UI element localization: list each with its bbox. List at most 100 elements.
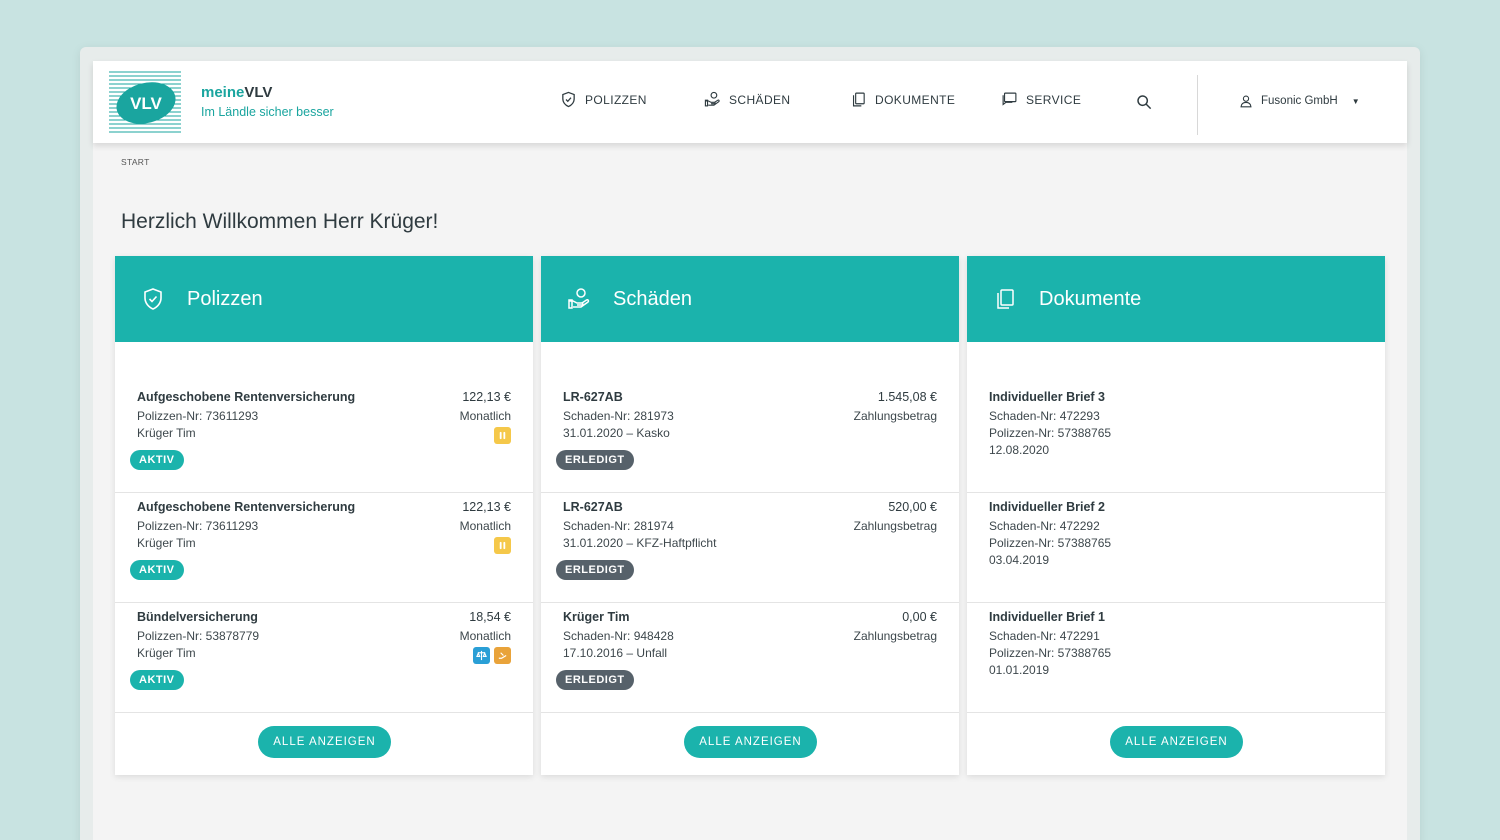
- vlv-logo[interactable]: VLV: [109, 71, 181, 133]
- user-name: Fusonic GmbH: [1261, 95, 1338, 107]
- item-holder: Krüger Tim: [137, 646, 196, 660]
- umbrella-icon: [494, 427, 511, 444]
- card-schaeden: Schäden LR-627AB Schaden-Nr: 281973 31.0…: [541, 256, 959, 775]
- item-date: 31.01.2020 – KFZ-Haftpflicht: [563, 536, 717, 550]
- show-all-policies-button[interactable]: ALLE ANZEIGEN: [258, 726, 391, 758]
- user-menu[interactable]: Fusonic GmbH ▼: [1239, 94, 1360, 108]
- claims-list: LR-627AB Schaden-Nr: 281973 31.01.2020 –…: [541, 383, 959, 713]
- item-title: Krüger Tim: [563, 610, 630, 624]
- item-claim-number: Schaden-Nr: 472292: [989, 519, 1100, 533]
- item-claim-number: Schaden-Nr: 472293: [989, 409, 1100, 423]
- app-name-suffix: VLV: [244, 84, 273, 101]
- top-header: VLV meineVLV Im Ländle sicher besser POL…: [93, 61, 1407, 143]
- status-badge: ERLEDIGT: [556, 670, 634, 690]
- list-item[interactable]: Individueller Brief 3 Schaden-Nr: 472293…: [967, 383, 1385, 493]
- breadcrumb[interactable]: START: [121, 157, 150, 167]
- item-number: Polizzen-Nr: 73611293: [137, 409, 259, 423]
- item-number: Schaden-Nr: 281974: [563, 519, 674, 533]
- nav-schaeden-label: SCHÄDEN: [729, 92, 791, 107]
- app-screen: VLV meineVLV Im Ländle sicher besser POL…: [93, 61, 1407, 840]
- list-item[interactable]: Aufgeschobene Rentenversicherung Polizze…: [115, 383, 533, 493]
- item-title: LR-627AB: [563, 390, 623, 404]
- status-badge: ERLEDIGT: [556, 560, 634, 580]
- shield-icon: [144, 288, 162, 310]
- item-title: Individueller Brief 1: [989, 610, 1106, 624]
- item-amount: 18,54 €: [469, 610, 511, 624]
- chevron-down-icon: ▼: [1351, 96, 1360, 106]
- list-item[interactable]: LR-627AB Schaden-Nr: 281973 31.01.2020 –…: [541, 383, 959, 493]
- item-number: Schaden-Nr: 948428: [563, 629, 674, 643]
- item-amount-label: Zahlungsbetrag: [853, 629, 937, 643]
- app-name-prefix: meine: [201, 84, 245, 101]
- item-policy-number: Polizzen-Nr: 57388765: [989, 426, 1112, 440]
- nav-schaeden[interactable]: SCHÄDEN: [704, 91, 790, 108]
- item-frequency: Monatlich: [459, 629, 511, 643]
- item-holder: Krüger Tim: [137, 426, 196, 440]
- list-item[interactable]: Individueller Brief 2 Schaden-Nr: 472292…: [967, 493, 1385, 603]
- item-number: Polizzen-Nr: 73611293: [137, 519, 259, 533]
- item-title: Bündelversicherung: [137, 610, 258, 624]
- status-badge: AKTIV: [130, 560, 184, 580]
- item-amount-label: Zahlungsbetrag: [853, 519, 937, 533]
- item-claim-number: Schaden-Nr: 472291: [989, 629, 1100, 643]
- status-badge: AKTIV: [130, 450, 184, 470]
- status-badge: AKTIV: [130, 670, 184, 690]
- policy-list: Aufgeschobene Rentenversicherung Polizze…: [115, 383, 533, 713]
- item-title: Aufgeschobene Rentenversicherung: [137, 390, 356, 404]
- item-title: Individueller Brief 2: [989, 500, 1106, 514]
- item-amount: 122,13 €: [462, 500, 511, 514]
- item-number: Polizzen-Nr: 53878779: [137, 629, 260, 643]
- item-amount: 520,00 €: [888, 500, 937, 514]
- status-badge: ERLEDIGT: [556, 450, 634, 470]
- item-amount: 0,00 €: [902, 610, 937, 624]
- svg-text:VLV: VLV: [130, 94, 162, 113]
- list-item[interactable]: Bündelversicherung Polizzen-Nr: 53878779…: [115, 603, 533, 713]
- card-header[interactable]: Schäden: [541, 256, 959, 342]
- card-polizzen: Polizzen Aufgeschobene Rentenversicherun…: [115, 256, 533, 775]
- search-icon[interactable]: [1136, 94, 1152, 110]
- item-policy-number: Polizzen-Nr: 57388765: [989, 646, 1112, 660]
- page-title: Herzlich Willkommen Herr Krüger!: [121, 210, 439, 233]
- show-all-claims-button[interactable]: ALLE ANZEIGEN: [684, 726, 817, 758]
- item-policy-number: Polizzen-Nr: 57388765: [989, 536, 1112, 550]
- card-header[interactable]: Dokumente: [967, 256, 1385, 342]
- card-title: Polizzen: [187, 287, 263, 310]
- show-all-documents-button[interactable]: ALLE ANZEIGEN: [1110, 726, 1243, 758]
- documents-list: Individueller Brief 3 Schaden-Nr: 472293…: [967, 383, 1385, 713]
- item-amount: 122,13 €: [462, 390, 511, 404]
- nav-service-label: SERVICE: [1026, 92, 1082, 107]
- card-header[interactable]: Polizzen: [115, 256, 533, 342]
- header-divider: [1197, 75, 1198, 135]
- documents-icon: [997, 289, 1014, 309]
- nav-service[interactable]: SERVICE: [1001, 91, 1081, 108]
- item-date: 01.01.2019: [989, 663, 1050, 677]
- documents-icon: [852, 92, 865, 107]
- item-frequency: Monatlich: [459, 519, 511, 533]
- nav-polizzen[interactable]: POLIZZEN: [560, 91, 647, 108]
- item-amount-label: Zahlungsbetrag: [853, 409, 937, 423]
- item-date: 03.04.2019: [989, 553, 1050, 567]
- list-item[interactable]: Krüger Tim Schaden-Nr: 948428 17.10.2016…: [541, 603, 959, 713]
- item-date: 31.01.2020 – Kasko: [563, 426, 670, 440]
- item-title: LR-627AB: [563, 500, 623, 514]
- nav-dokumente[interactable]: DOKUMENTE: [850, 91, 955, 108]
- nav-dokumente-label: DOKUMENTE: [875, 92, 956, 107]
- app-name: meineVLV: [201, 84, 272, 101]
- list-item[interactable]: Aufgeschobene Rentenversicherung Polizze…: [115, 493, 533, 603]
- list-item[interactable]: LR-627AB Schaden-Nr: 281974 31.01.2020 –…: [541, 493, 959, 603]
- user-icon: [1240, 95, 1252, 108]
- hand-icon: [494, 647, 511, 664]
- item-amount: 1.545,08 €: [877, 390, 937, 404]
- item-date: 12.08.2020: [989, 443, 1050, 457]
- shield-icon: [562, 91, 575, 108]
- nav-polizzen-label: POLIZZEN: [585, 92, 647, 107]
- card-title: Schäden: [613, 287, 692, 310]
- umbrella-icon: [494, 537, 511, 554]
- scale-icon: [473, 647, 490, 664]
- hand-coin-icon: [704, 91, 720, 107]
- app-tagline: Im Ländle sicher besser: [201, 105, 334, 119]
- card-dokumente: Dokumente Individueller Brief 3 Schaden-…: [967, 256, 1385, 775]
- list-item[interactable]: Individueller Brief 1 Schaden-Nr: 472291…: [967, 603, 1385, 713]
- item-date: 17.10.2016 – Unfall: [563, 646, 668, 660]
- item-title: Individueller Brief 3: [989, 390, 1106, 404]
